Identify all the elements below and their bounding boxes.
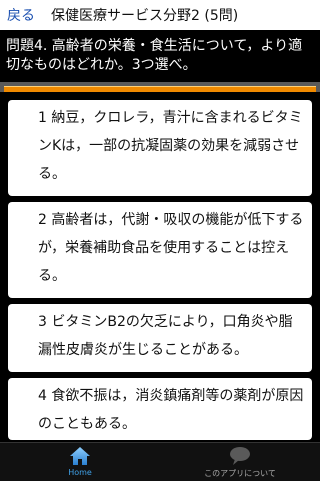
choice-1[interactable]: 1 納豆，クロレラ，青汁に含まれるビタミンKは，一部の抗凝固薬の効果を減弱させる… [8, 100, 312, 196]
bottom-navigation: Home このアプリについて [0, 442, 320, 481]
question-divider [0, 82, 320, 92]
choice-3[interactable]: 3 ビタミンB2の欠乏により，口角炎や脂漏性皮膚炎が生じることがある。 [8, 304, 312, 372]
nav-home[interactable]: Home [0, 443, 160, 481]
back-button[interactable]: 戻る [7, 5, 35, 25]
question-text: 問題4. 高齢者の栄養・食生活について，より適切なものはどれか。3つ選べ。 [0, 30, 320, 82]
choice-4[interactable]: 4 食欲不振は，消炎鎮痛剤等の薬剤が原因のこともある。 [8, 378, 312, 440]
home-icon [69, 446, 91, 466]
nav-about-label: このアプリについて [204, 469, 276, 478]
nav-about[interactable]: このアプリについて [160, 443, 320, 481]
app-header: 戻る 保健医療サービス分野2 (5問) [0, 0, 320, 31]
page-title: 保健医療サービス分野2 (5問) [51, 8, 239, 24]
choice-2[interactable]: 2 高齢者は，代謝・吸収の機能が低下するが，栄養補助食品を使用することは控える。 [8, 202, 312, 298]
nav-home-label: Home [68, 468, 92, 477]
speech-bubble-icon [228, 446, 252, 466]
